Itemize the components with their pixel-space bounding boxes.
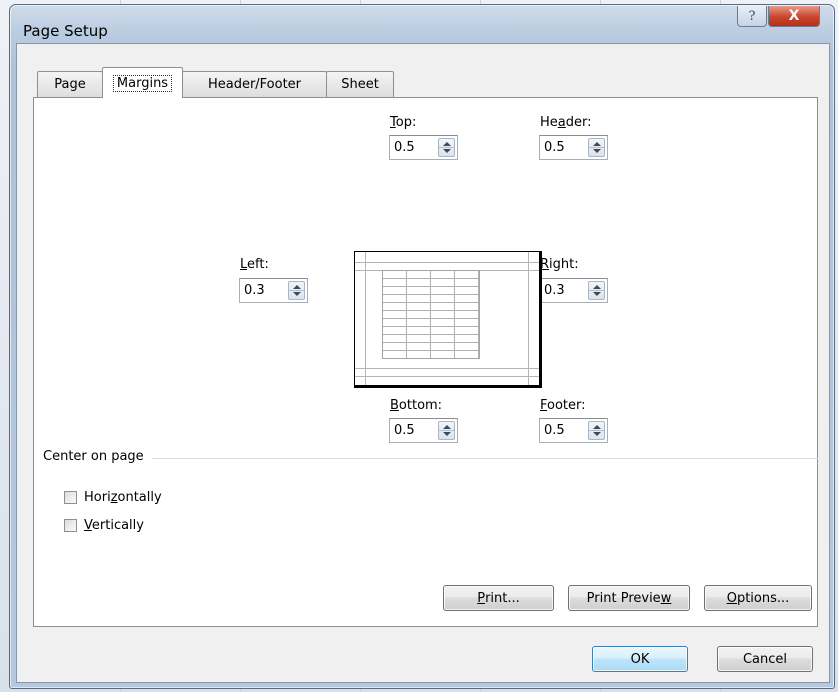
left-margin-value[interactable]: 0.3 — [244, 283, 265, 298]
horizontally-option[interactable]: Horizontally — [64, 490, 162, 505]
bottom-margin-spinner[interactable]: 0.5 — [389, 418, 458, 443]
footer-margin-value[interactable]: 0.5 — [544, 423, 565, 438]
spin-arrows-icon[interactable] — [288, 281, 305, 300]
header-margin-value[interactable]: 0.5 — [544, 140, 565, 155]
options-button[interactable]: Options... — [704, 585, 812, 611]
tab-header-footer[interactable]: Header/Footer — [182, 71, 327, 97]
top-margin-label: Top: — [390, 115, 417, 130]
spin-arrows-icon[interactable] — [438, 421, 455, 440]
right-margin-label: Right: — [540, 257, 579, 272]
page-setup-dialog: Page Setup ? X Page Margins Header/Foote… — [9, 4, 835, 689]
spin-arrows-icon[interactable] — [588, 421, 605, 440]
top-margin-spinner[interactable]: 0.5 — [389, 135, 458, 160]
preview-header-line — [355, 262, 539, 263]
help-button[interactable]: ? — [737, 6, 767, 27]
print-button[interactable]: Print... — [443, 585, 554, 611]
spin-arrows-icon[interactable] — [438, 138, 455, 157]
print-preview-button[interactable]: Print Previe w — [568, 585, 690, 611]
cancel-button[interactable]: Cancel — [717, 646, 813, 672]
spin-arrows-icon[interactable] — [588, 138, 605, 157]
close-button[interactable]: X — [768, 6, 820, 27]
left-margin-label: Left: — [240, 257, 269, 272]
preview-right-margin-line — [528, 252, 529, 385]
center-on-page-title: Center on page — [43, 449, 152, 464]
spin-arrows-icon[interactable] — [588, 281, 605, 300]
dialog-title: Page Setup — [23, 22, 108, 40]
bottom-margin-label: Bottom: — [390, 398, 443, 413]
tab-page-label: Page — [54, 77, 86, 92]
tab-page[interactable]: Page — [37, 71, 103, 97]
close-icon: X — [788, 8, 800, 24]
top-margin-value[interactable]: 0.5 — [394, 140, 415, 155]
margins-panel: Top: 0.5 Header: 0.5 Left: 0.3 Right: 0.… — [33, 97, 818, 627]
tab-sheet[interactable]: Sheet — [326, 71, 394, 97]
footer-margin-spinner[interactable]: 0.5 — [539, 418, 608, 443]
tab-margins[interactable]: Margins — [102, 67, 183, 98]
preview-footer-line — [355, 376, 539, 377]
margin-preview — [354, 251, 542, 388]
ok-button[interactable]: OK — [592, 646, 688, 672]
header-margin-label: Header: — [540, 115, 592, 130]
right-margin-spinner[interactable]: 0.3 — [539, 278, 608, 303]
footer-margin-label: Footer: — [540, 398, 586, 413]
preview-sheet-cells — [382, 270, 480, 359]
left-margin-spinner[interactable]: 0.3 — [239, 278, 308, 303]
header-margin-spinner[interactable]: 0.5 — [539, 135, 608, 160]
vertically-option[interactable]: Vertically — [64, 518, 144, 533]
vertically-label: Vertically — [84, 518, 144, 533]
center-on-page-divider — [43, 458, 818, 459]
help-icon: ? — [748, 8, 756, 24]
horizontally-checkbox[interactable] — [64, 491, 77, 504]
tab-margins-label: Margins — [112, 74, 173, 92]
right-margin-value[interactable]: 0.3 — [544, 283, 565, 298]
horizontally-label: Horizontally — [84, 490, 162, 505]
dialog-client-area: Page Margins Header/Footer Sheet Top: 0.… — [16, 43, 830, 683]
preview-left-margin-line — [365, 252, 366, 385]
tab-sheet-label: Sheet — [341, 77, 379, 92]
preview-bottom-margin-line — [355, 368, 539, 369]
tab-header-footer-label: Header/Footer — [207, 77, 302, 92]
bottom-margin-value[interactable]: 0.5 — [394, 423, 415, 438]
vertically-checkbox[interactable] — [64, 519, 77, 532]
